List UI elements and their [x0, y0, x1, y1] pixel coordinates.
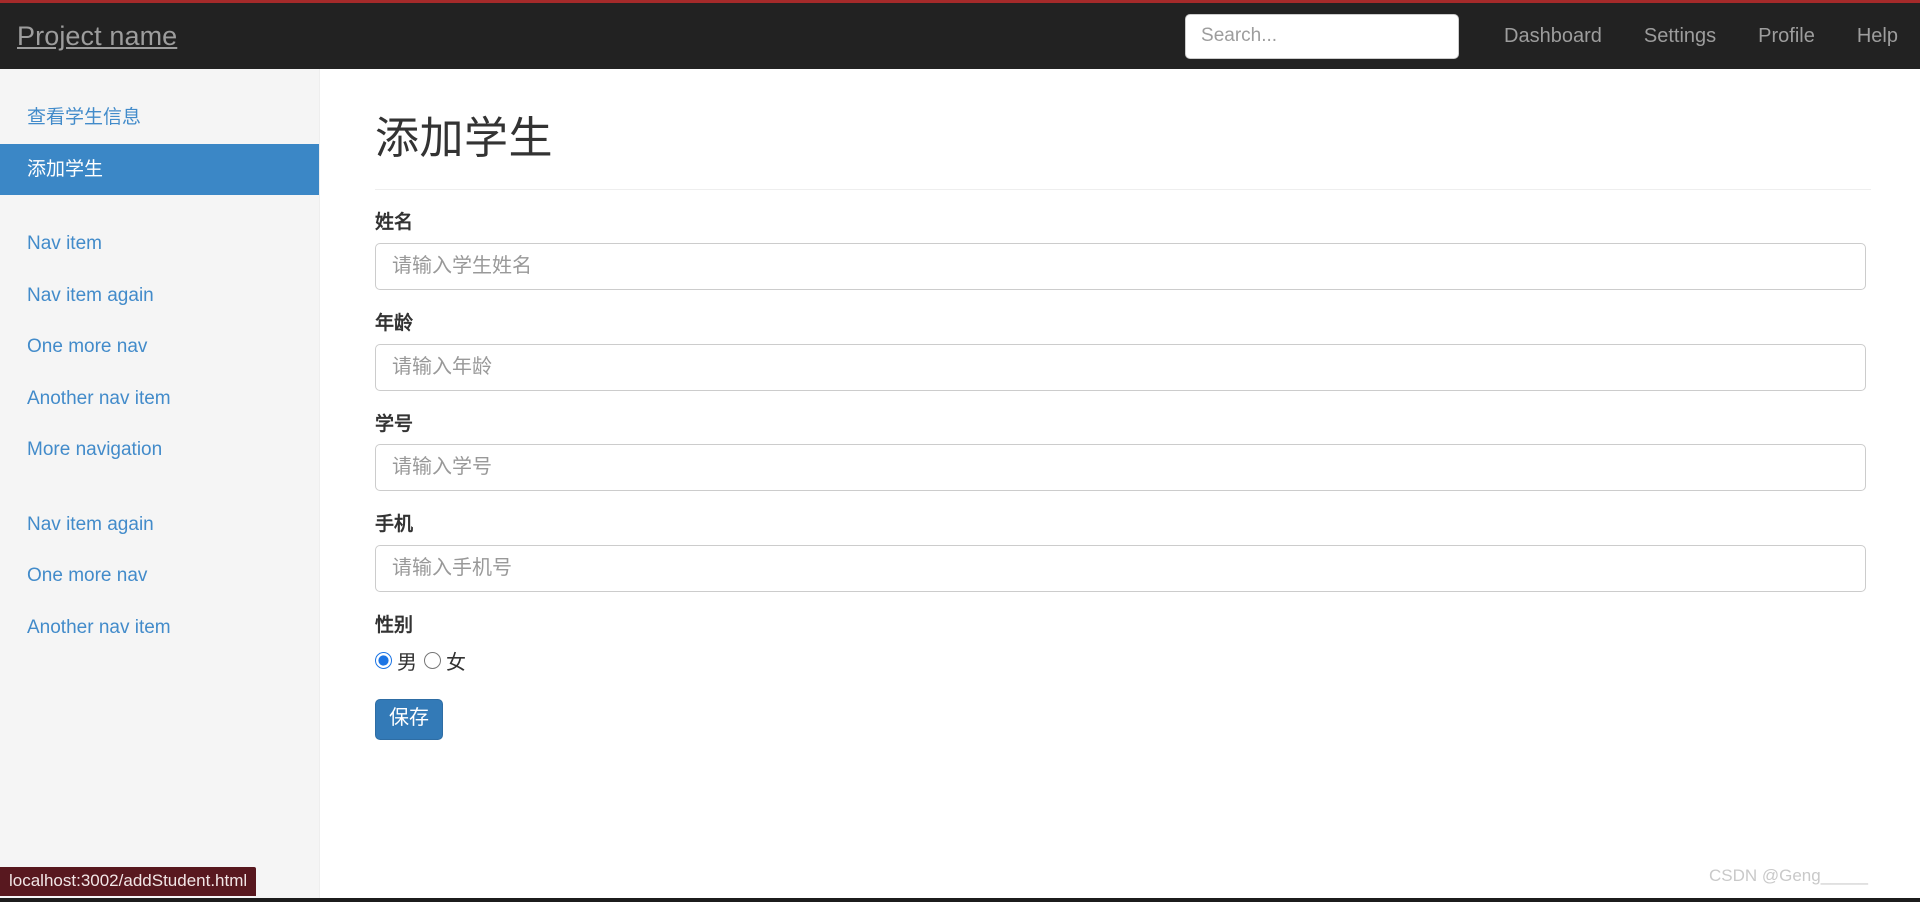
- sidebar-item-nav-item[interactable]: Nav item: [0, 218, 319, 270]
- sidebar-item-more-navigation-label[interactable]: More navigation: [0, 424, 319, 476]
- sidebar-item-nav-item-again-label[interactable]: Nav item again: [0, 270, 319, 322]
- label-student-id: 学号: [375, 413, 414, 435]
- radio-gender-male[interactable]: [375, 651, 392, 669]
- watermark-text: CSDN @Geng_____: [1708, 866, 1868, 885]
- sidebar-item-another-nav-item-2[interactable]: Another nav item: [0, 602, 319, 654]
- radio-gender-female-label[interactable]: 女: [446, 646, 466, 675]
- sidebar-item-view-students-label[interactable]: 查看学生信息: [0, 92, 319, 144]
- sidebar-item-one-more-nav-label[interactable]: One more nav: [0, 321, 319, 373]
- browser-bottom-edge: [0, 898, 1920, 902]
- sidebar-item-another-nav-item-label[interactable]: Another nav item: [0, 373, 319, 425]
- save-button[interactable]: 保存: [375, 698, 443, 740]
- search-input[interactable]: [1185, 13, 1460, 59]
- radio-gender-female[interactable]: [424, 651, 441, 669]
- navbar-right-group: Dashboard Settings Profile Help: [1185, 3, 1920, 69]
- input-name[interactable]: [375, 243, 1866, 291]
- sidebar-top-spacer: [0, 69, 319, 92]
- sidebar-item-another-nav-item-2-label[interactable]: Another nav item: [0, 602, 319, 654]
- status-bar-url: localhost:3002/addStudent.html: [0, 867, 257, 896]
- top-navbar: Project name Dashboard Settings Profile …: [0, 3, 1920, 69]
- sidebar-item-add-student-label[interactable]: 添加学生: [0, 143, 319, 196]
- add-student-form: 姓名 年龄 学号 手机 性别 男 女 保存: [321, 211, 1920, 740]
- brand-project-name[interactable]: Project name: [17, 22, 177, 50]
- sidebar-item-nav-item-again-2[interactable]: Nav item again: [0, 499, 319, 551]
- label-name: 姓名: [375, 212, 414, 234]
- main-content: 添加学生 姓名 年龄 学号 手机 性别 男 女 保存: [321, 69, 1920, 902]
- sidebar-item-nav-item-label[interactable]: Nav item: [0, 218, 319, 270]
- radio-gender-male-label[interactable]: 男: [397, 646, 417, 675]
- form-group-gender: 性别 男 女: [375, 614, 1866, 675]
- sidebar-item-more-navigation[interactable]: More navigation: [0, 424, 319, 476]
- sidebar-group-secondary: Nav item Nav item again One more nav Ano…: [0, 218, 319, 476]
- nav-link-help[interactable]: Help: [1836, 3, 1920, 69]
- nav-link-settings[interactable]: Settings: [1623, 3, 1737, 69]
- sidebar: 查看学生信息 添加学生 Nav item Nav item again One …: [0, 69, 320, 902]
- input-student-id[interactable]: [375, 444, 1866, 492]
- gender-radio-group: 男 女: [375, 646, 1866, 675]
- input-phone[interactable]: [375, 545, 1866, 593]
- sidebar-item-nav-item-again-2-label[interactable]: Nav item again: [0, 499, 319, 551]
- form-group-age: 年龄: [375, 312, 1866, 391]
- nav-link-dashboard[interactable]: Dashboard: [1483, 3, 1623, 69]
- sidebar-item-one-more-nav-2[interactable]: One more nav: [0, 550, 319, 602]
- sidebar-item-nav-item-again[interactable]: Nav item again: [0, 270, 319, 322]
- sidebar-item-add-student[interactable]: 添加学生: [0, 143, 319, 196]
- sidebar-group-tertiary: Nav item again One more nav Another nav …: [0, 499, 319, 654]
- page-title: 添加学生: [375, 114, 553, 163]
- form-group-name: 姓名: [375, 211, 1866, 291]
- label-age: 年龄: [375, 313, 414, 335]
- sidebar-item-one-more-nav[interactable]: One more nav: [0, 321, 319, 373]
- browser-top-edge: [0, 0, 1920, 3]
- label-phone: 手机: [375, 514, 414, 536]
- form-group-student-id: 学号: [375, 413, 1866, 492]
- input-age[interactable]: [375, 343, 1866, 391]
- nav-link-profile[interactable]: Profile: [1737, 3, 1836, 69]
- label-gender: 性别: [375, 615, 414, 637]
- sidebar-group-primary: 查看学生信息 添加学生: [0, 92, 319, 196]
- form-group-phone: 手机: [375, 513, 1866, 593]
- sidebar-item-one-more-nav-2-label[interactable]: One more nav: [0, 550, 319, 602]
- title-divider: [375, 189, 1871, 191]
- sidebar-item-view-students[interactable]: 查看学生信息: [0, 92, 319, 144]
- sidebar-item-another-nav-item[interactable]: Another nav item: [0, 373, 319, 425]
